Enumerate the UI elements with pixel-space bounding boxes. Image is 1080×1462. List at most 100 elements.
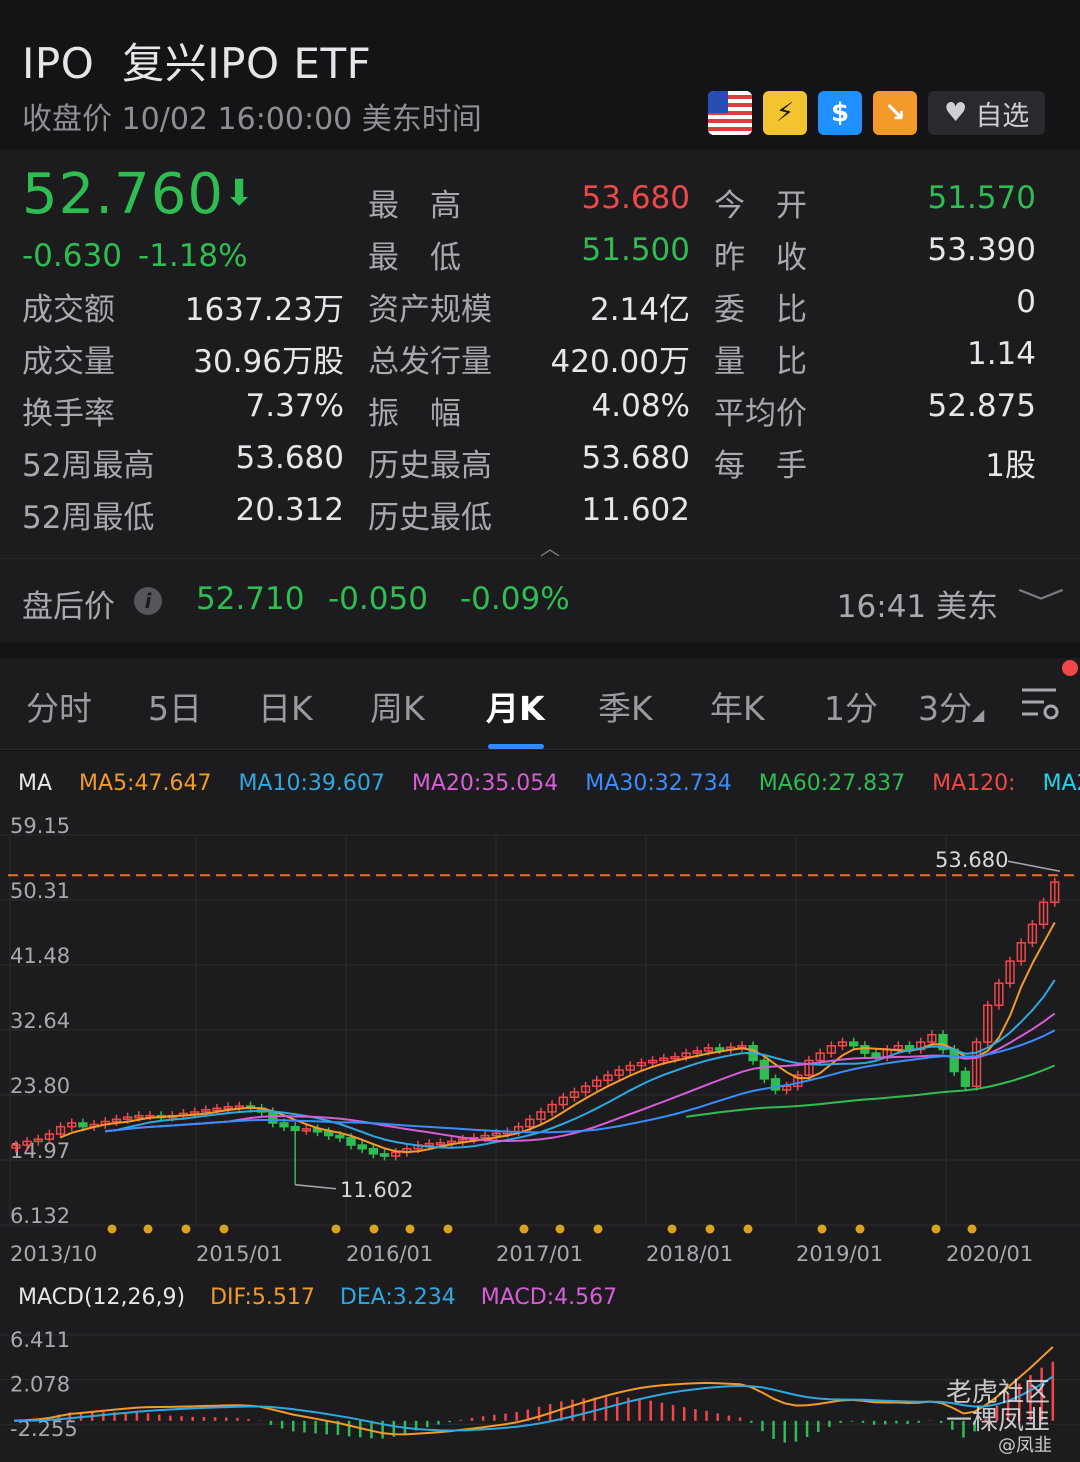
candle-body bbox=[759, 1059, 769, 1080]
dividend-dot bbox=[555, 1224, 565, 1234]
tab-quarterly-k[interactable]: 季K bbox=[598, 682, 653, 730]
dividend-dot bbox=[443, 1224, 453, 1234]
tab-weekly-k[interactable]: 周K bbox=[370, 682, 425, 730]
tab-3min[interactable]: 3分◢ bbox=[918, 682, 984, 730]
watermark-line2: 一棵凤韭 bbox=[946, 1406, 1051, 1436]
dif-value: DIF:5.517 bbox=[210, 1285, 315, 1310]
macd-label: MACD(12,26,9) bbox=[18, 1285, 186, 1310]
candle-body bbox=[279, 1122, 289, 1128]
ma-line bbox=[685, 1064, 1056, 1118]
open-value: 51.570 bbox=[927, 180, 1036, 216]
candle-body bbox=[949, 1048, 959, 1073]
aum-value: 2.14亿 bbox=[589, 292, 690, 328]
volume-label: 成交量 bbox=[22, 344, 115, 380]
tab-5day[interactable]: 5日 bbox=[148, 682, 202, 730]
down-trend-icon[interactable]: ↘ bbox=[873, 91, 917, 135]
chevron-down-icon[interactable]: ﹀ bbox=[1017, 579, 1065, 623]
macd-legend: MACD(12,26,9) DIF:5.517 DEA:3.234 MACD:4… bbox=[18, 1285, 635, 1310]
y-tick-label: 23.80 bbox=[10, 1074, 70, 1098]
wk52-high-label: 52周最高 bbox=[22, 448, 155, 484]
us-flag-icon[interactable] bbox=[708, 91, 752, 135]
tab-intraday[interactable]: 分时 bbox=[26, 682, 92, 730]
dividend-dot bbox=[705, 1224, 715, 1234]
tab-1min[interactable]: 1分 bbox=[824, 682, 878, 730]
candle-body bbox=[849, 1041, 859, 1047]
y-tick-label: 59.15 bbox=[10, 814, 70, 838]
shares-value: 420.00万 bbox=[550, 344, 690, 380]
lot-value: 1股 bbox=[985, 448, 1036, 484]
kline-chart-area[interactable]: MA MA5:47.647 MA10:39.607 MA20:35.054 MA… bbox=[0, 751, 1080, 1462]
x-tick-label: 2017/01 bbox=[496, 1242, 583, 1266]
badges: ⚡ $ ↘ ♥ 自选 bbox=[708, 90, 1046, 136]
low-annotation-leader bbox=[295, 1184, 337, 1190]
info-icon[interactable]: i bbox=[134, 587, 162, 615]
chart-settings-icon[interactable] bbox=[1020, 686, 1060, 722]
high-annotation: 53.680 bbox=[935, 848, 1008, 872]
turnover-value: 1637.23万 bbox=[184, 292, 344, 328]
ma-line bbox=[105, 1012, 1056, 1143]
ma5-value: MA5:47.647 bbox=[79, 771, 212, 796]
candle-body bbox=[379, 1153, 390, 1157]
volume-value: 30.96万股 bbox=[193, 344, 344, 380]
macd-tick-label: 2.078 bbox=[10, 1373, 70, 1397]
low-value: 51.500 bbox=[581, 232, 690, 268]
quote-panel: 52.760⬇ -0.630 -1.18% 最 高 最 低 资产规模 总发行量 振… bbox=[0, 150, 1080, 561]
after-hours-label: 盘后价 bbox=[22, 589, 115, 625]
dividend-dot bbox=[331, 1224, 341, 1234]
y-tick-label: 50.31 bbox=[10, 879, 70, 903]
fund-name: 复兴IPO ETF bbox=[122, 39, 372, 88]
dividend-dot bbox=[181, 1224, 191, 1234]
ma-line bbox=[60, 922, 1056, 1154]
low-label: 最 低 bbox=[368, 240, 461, 276]
candle-body bbox=[871, 1052, 881, 1058]
watchlist-button[interactable]: ♥ 自选 bbox=[928, 91, 1046, 135]
low-annotation: 11.602 bbox=[340, 1178, 413, 1202]
ma10-value: MA10:39.607 bbox=[238, 771, 385, 796]
turnover-label: 成交额 bbox=[22, 292, 115, 328]
hist-low-value: 11.602 bbox=[581, 492, 690, 528]
ticker-symbol: IPO bbox=[22, 39, 95, 88]
dividend-dot bbox=[519, 1224, 529, 1234]
dividend-dot bbox=[743, 1224, 753, 1234]
hist-high-label: 历史最高 bbox=[368, 448, 492, 484]
amplitude-value: 4.08% bbox=[591, 388, 690, 424]
watermark-line1: 老虎社区 bbox=[946, 1378, 1051, 1408]
candlestick-chart[interactable]: 59.15 50.31 41.48 32.64 23.80 14.97 6.132 2013/… bbox=[0, 811, 1080, 1321]
ma120-value: MA120: bbox=[932, 771, 1016, 796]
candle-body bbox=[346, 1136, 356, 1146]
wk52-low-label: 52周最低 bbox=[22, 500, 155, 536]
dividend-dot bbox=[369, 1224, 379, 1234]
ma-legend: MA MA5:47.647 MA10:39.607 MA20:35.054 MA… bbox=[18, 771, 1080, 796]
price-change: -0.630 -1.18% bbox=[22, 238, 248, 274]
hist-low-label: 历史最低 bbox=[368, 500, 492, 536]
candle-body bbox=[335, 1134, 345, 1139]
dollar-icon[interactable]: $ bbox=[818, 91, 862, 135]
dividend-dot bbox=[219, 1224, 229, 1234]
y-tick-label: 6.132 bbox=[10, 1204, 70, 1228]
hist-high-value: 53.680 bbox=[581, 440, 690, 476]
tab-monthly-k[interactable]: 月K bbox=[486, 682, 545, 730]
dividend-dot bbox=[855, 1224, 865, 1234]
x-tick-label: 2015/01 bbox=[196, 1242, 283, 1266]
avg-price-value: 52.875 bbox=[927, 388, 1036, 424]
high-annotation-leader bbox=[1007, 860, 1061, 872]
after-hours-price: 52.710 bbox=[196, 581, 305, 617]
after-hours-change-pct: -0.09% bbox=[460, 581, 570, 617]
turnover-rate-value: 7.37% bbox=[245, 388, 344, 424]
macd-value: MACD:4.567 bbox=[480, 1285, 618, 1310]
active-tab-indicator bbox=[488, 744, 544, 749]
last-price: 52.760⬇ bbox=[22, 162, 256, 227]
shares-label: 总发行量 bbox=[368, 344, 492, 380]
high-label: 最 高 bbox=[368, 188, 461, 224]
candle-body bbox=[368, 1147, 379, 1155]
tab-yearly-k[interactable]: 年K bbox=[710, 682, 765, 730]
collapse-caret-icon[interactable]: ︿ bbox=[540, 532, 560, 561]
candle-body bbox=[714, 1047, 725, 1051]
title: IPO 复兴IPO ETF bbox=[22, 30, 371, 91]
tab-daily-k[interactable]: 日K bbox=[258, 682, 313, 730]
lightning-icon[interactable]: ⚡ bbox=[763, 91, 807, 135]
candle-body bbox=[324, 1131, 334, 1137]
dividend-dot bbox=[817, 1224, 827, 1234]
after-hours-bar[interactable]: 盘后价 i 52.710 -0.050 -0.09% 16:41 美东 ﹀ bbox=[0, 558, 1080, 642]
prev-close-label: 昨 收 bbox=[714, 240, 807, 276]
